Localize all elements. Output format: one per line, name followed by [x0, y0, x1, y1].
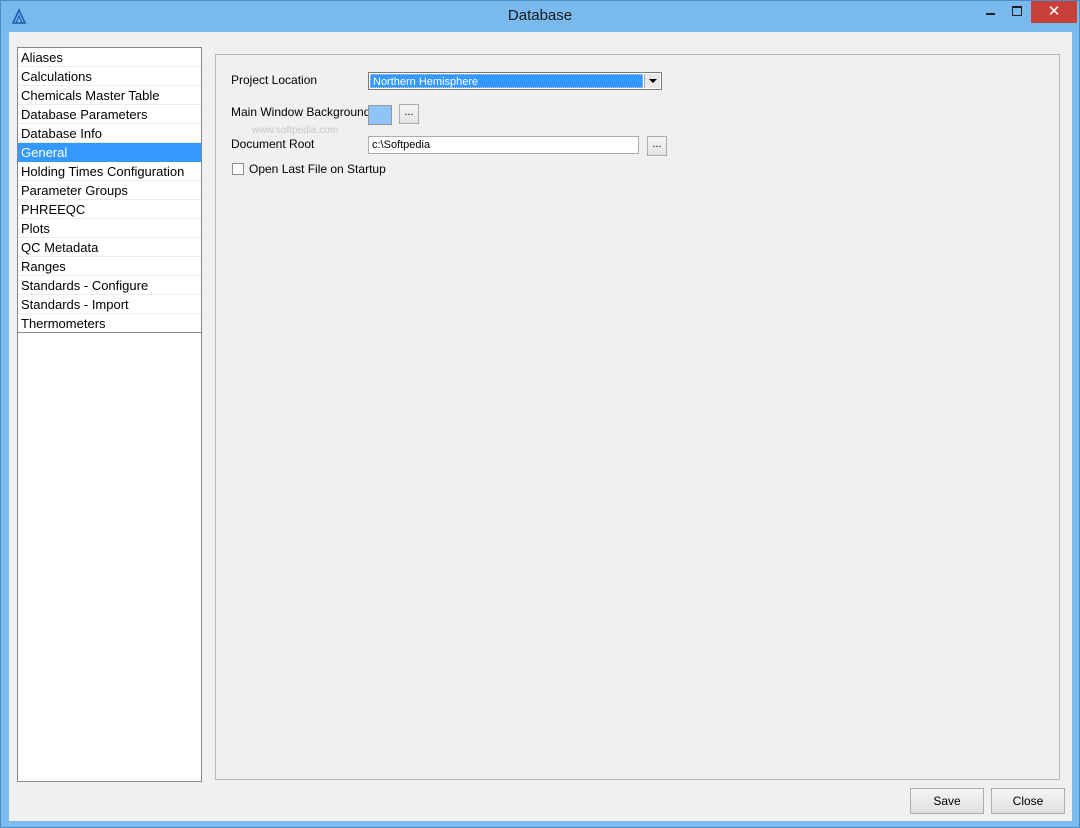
category-list[interactable]: Aliases Calculations Chemicals Master Tabl… [17, 47, 202, 782]
list-item-standards-import[interactable]: Standards - Import [18, 295, 201, 314]
background-color-swatch[interactable] [368, 105, 392, 125]
list-item-plots[interactable]: Plots [18, 219, 201, 238]
document-root-label: Document Root [231, 137, 315, 151]
list-item-database-parameters[interactable]: Database Parameters [18, 105, 201, 124]
close-icon: ✕ [1047, 3, 1061, 20]
list-item-chemicals-master-table[interactable]: Chemicals Master Table [18, 86, 201, 105]
list-item-thermometers[interactable]: Thermometers [18, 314, 201, 333]
close-window-button[interactable]: ✕ [1031, 1, 1077, 23]
dialog-body: Aliases Calculations Chemicals Master Tabl… [9, 32, 1072, 821]
title-bar[interactable]: Database ✕ [1, 1, 1079, 31]
open-last-file-label: Open Last File on Startup [249, 162, 386, 176]
document-root-browse-button[interactable]: ... [647, 136, 667, 156]
database-window: Database ✕ Aliases Calculations Chemicals … [0, 0, 1080, 828]
list-item-holding-times-configuration[interactable]: Holding Times Configuration [18, 162, 201, 181]
minimize-button[interactable] [977, 1, 1003, 23]
list-item-aliases[interactable]: Aliases [18, 48, 201, 67]
open-last-file-checkbox[interactable] [232, 163, 244, 175]
main-window-background-label: Main Window Background [231, 105, 371, 119]
document-root-field[interactable]: c:\Softpedia [368, 136, 639, 154]
project-location-dropdown[interactable]: Northern Hemisphere [368, 72, 662, 90]
project-location-value: Northern Hemisphere [370, 74, 643, 88]
background-browse-button[interactable]: ... [399, 104, 419, 124]
list-item-qc-metadata[interactable]: QC Metadata [18, 238, 201, 257]
list-item-database-info[interactable]: Database Info [18, 124, 201, 143]
list-item-general[interactable]: General [18, 143, 201, 162]
window-title: Database [507, 7, 573, 24]
save-button[interactable]: Save [910, 788, 984, 814]
list-item-parameter-groups[interactable]: Parameter Groups [18, 181, 201, 200]
list-item-ranges[interactable]: Ranges [18, 257, 201, 276]
maximize-button[interactable] [1003, 1, 1029, 23]
close-button[interactable]: Close [991, 788, 1065, 814]
chevron-down-icon[interactable] [644, 74, 660, 88]
watermark-text: www.softpedia.com [252, 125, 339, 136]
general-settings-panel: Project Location Northern Hemisphere Mai… [215, 54, 1060, 780]
list-item-calculations[interactable]: Calculations [18, 67, 201, 86]
list-item-phreeqc[interactable]: PHREEQC [18, 200, 201, 219]
list-item-standards-configure[interactable]: Standards - Configure [18, 276, 201, 295]
project-location-label: Project Location [231, 73, 318, 87]
